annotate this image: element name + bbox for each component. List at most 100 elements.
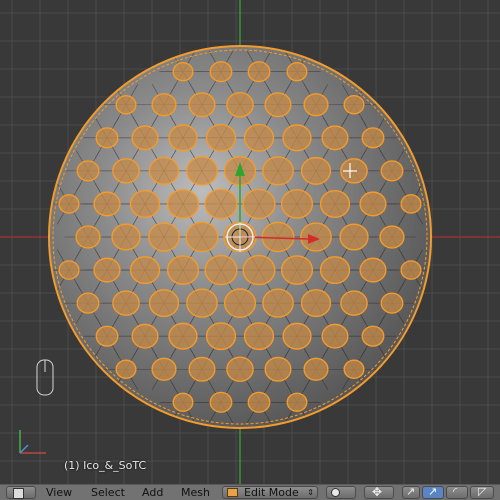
- selected-face[interactable]: [188, 92, 216, 118]
- selected-face[interactable]: [58, 194, 80, 214]
- selected-face[interactable]: [76, 292, 100, 314]
- selected-face[interactable]: [319, 189, 351, 218]
- selected-face[interactable]: [339, 223, 369, 251]
- selected-face[interactable]: [95, 325, 119, 347]
- add-menu[interactable]: Add: [142, 486, 163, 500]
- selected-face[interactable]: [262, 156, 294, 186]
- selected-face[interactable]: [379, 225, 405, 249]
- selected-face[interactable]: [148, 289, 180, 318]
- selected-face[interactable]: [359, 257, 387, 283]
- selected-face[interactable]: [340, 290, 368, 316]
- selected-face[interactable]: [185, 221, 219, 253]
- selected-face[interactable]: [303, 357, 329, 381]
- selected-face[interactable]: [115, 359, 137, 379]
- selected-face[interactable]: [129, 189, 161, 218]
- translate-button[interactable]: ↗: [422, 485, 444, 499]
- selected-face[interactable]: [76, 160, 100, 182]
- selected-face[interactable]: [261, 221, 295, 253]
- selected-face[interactable]: [280, 255, 314, 285]
- selected-face[interactable]: [247, 391, 271, 413]
- selected-face[interactable]: [300, 156, 332, 185]
- selected-face[interactable]: [129, 256, 161, 285]
- selected-face[interactable]: [264, 356, 292, 382]
- selected-face[interactable]: [151, 93, 177, 117]
- scale-button[interactable]: ◸: [470, 485, 494, 499]
- select-menu[interactable]: Select: [91, 486, 125, 500]
- selected-face[interactable]: [112, 158, 140, 184]
- selected-face[interactable]: [93, 191, 121, 217]
- selected-face[interactable]: [186, 288, 218, 318]
- selected-face[interactable]: [400, 260, 422, 280]
- selected-face[interactable]: [380, 160, 404, 182]
- selected-face[interactable]: [361, 325, 385, 347]
- selected-face[interactable]: [226, 356, 254, 382]
- selected-face[interactable]: [262, 288, 294, 318]
- selected-face[interactable]: [361, 127, 385, 149]
- selected-face[interactable]: [343, 95, 365, 115]
- selected-face[interactable]: [166, 189, 200, 219]
- selected-face[interactable]: [242, 254, 276, 286]
- selected-face[interactable]: [319, 256, 351, 285]
- manipulator-toggle-button[interactable]: ↗: [402, 485, 420, 499]
- selected-face[interactable]: [172, 392, 194, 413]
- editor-type-button[interactable]: [6, 486, 36, 499]
- selected-face[interactable]: [282, 322, 312, 350]
- viewport-shading-button[interactable]: [326, 486, 356, 499]
- selected-face[interactable]: [58, 260, 80, 280]
- selected-face[interactable]: [115, 95, 137, 115]
- mesh-menu[interactable]: Mesh: [181, 486, 210, 500]
- selected-face[interactable]: [223, 288, 257, 318]
- selected-face[interactable]: [148, 156, 180, 185]
- selected-face[interactable]: [205, 123, 237, 152]
- selected-face[interactable]: [282, 124, 312, 152]
- selected-face[interactable]: [204, 254, 238, 286]
- selected-face[interactable]: [204, 188, 238, 220]
- mode-selector[interactable]: Edit Mode ⇕: [222, 486, 318, 499]
- rotate-button[interactable]: ◜: [446, 485, 468, 499]
- selected-face[interactable]: [188, 356, 216, 382]
- selected-face[interactable]: [95, 127, 119, 149]
- selected-face[interactable]: [359, 191, 387, 217]
- selected-face[interactable]: [242, 188, 276, 220]
- selected-face[interactable]: [321, 323, 349, 349]
- selected-face[interactable]: [168, 124, 198, 152]
- selected-face[interactable]: [300, 289, 332, 318]
- selected-face[interactable]: [209, 61, 233, 83]
- selected-face[interactable]: [343, 359, 365, 379]
- selected-face[interactable]: [226, 92, 254, 118]
- selected-face[interactable]: [209, 391, 233, 413]
- selected-face[interactable]: [168, 322, 198, 350]
- 3d-view-header: View Select Add Mesh Edit Mode ⇕ ✥ ↗ ↗ ◜…: [0, 484, 500, 500]
- viewport-canvas[interactable]: [0, 0, 500, 484]
- solid-shading-icon: [331, 488, 340, 497]
- selected-face[interactable]: [112, 290, 140, 316]
- selected-face[interactable]: [111, 223, 141, 251]
- selected-face[interactable]: [166, 255, 200, 285]
- view-menu[interactable]: View: [46, 486, 72, 500]
- translate-icon: ↗: [428, 485, 438, 498]
- selected-face[interactable]: [243, 123, 275, 152]
- pivot-point-button[interactable]: ✥: [364, 485, 394, 499]
- selected-face[interactable]: [75, 225, 101, 249]
- selected-face[interactable]: [205, 322, 237, 351]
- selected-face[interactable]: [148, 222, 180, 252]
- 3d-viewport[interactable]: (1) Ico_&_SoTC: [0, 0, 500, 484]
- selected-face[interactable]: [243, 322, 275, 351]
- 3d-view-icon: [13, 488, 24, 499]
- selected-face[interactable]: [321, 125, 349, 151]
- selected-face[interactable]: [286, 392, 308, 413]
- selected-face[interactable]: [300, 222, 332, 252]
- selected-face[interactable]: [264, 92, 292, 118]
- selected-face[interactable]: [93, 257, 121, 283]
- selected-face[interactable]: [400, 194, 422, 214]
- selected-face[interactable]: [186, 156, 218, 186]
- selected-face[interactable]: [286, 61, 308, 82]
- selected-face[interactable]: [151, 357, 177, 381]
- selected-face[interactable]: [247, 61, 271, 83]
- selected-face[interactable]: [172, 61, 194, 82]
- selected-face[interactable]: [303, 93, 329, 117]
- selected-face[interactable]: [380, 292, 404, 314]
- selected-face[interactable]: [131, 323, 159, 349]
- selected-face[interactable]: [131, 125, 159, 151]
- selected-face[interactable]: [280, 189, 314, 219]
